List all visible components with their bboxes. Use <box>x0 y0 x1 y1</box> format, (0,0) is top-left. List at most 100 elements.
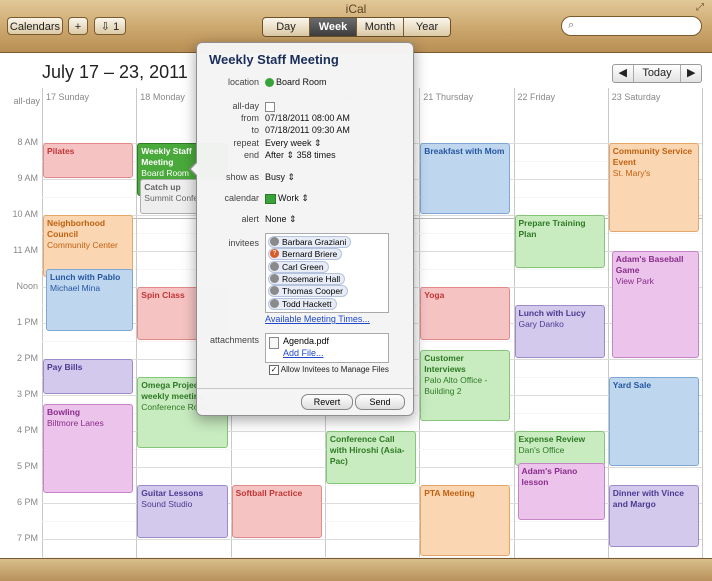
calendar-event[interactable]: Dinner with Vince and Margo <box>608 485 700 547</box>
event-title: Pilates <box>47 146 75 156</box>
event-title: Community Service Event <box>612 146 693 167</box>
view-tab-year[interactable]: Year <box>404 18 450 36</box>
all-day-label: all-day <box>13 96 40 106</box>
event-title[interactable]: Weekly Staff Meeting <box>209 52 339 67</box>
time-label: 8 AM <box>17 137 38 147</box>
calendar-event[interactable]: Customer Interviews Palo Alto Office - Bu… <box>420 350 511 421</box>
event-location: View Park <box>615 276 654 286</box>
invitee-token[interactable]: Thomas Cooper <box>268 285 348 298</box>
calendar-event[interactable]: Conference Call with Hiroshi (Asia-Pac) <box>325 431 417 484</box>
location-check-icon <box>265 78 274 88</box>
show-as-label: show as <box>225 172 259 182</box>
calendar-event[interactable]: Adam's Piano lesson <box>517 463 605 520</box>
view-tab-week[interactable]: Week <box>310 18 357 36</box>
invitee-token[interactable]: Barbara Graziani <box>268 236 352 248</box>
calendar-event[interactable]: Pay Bills <box>43 359 134 394</box>
calendar-event[interactable]: Yoga <box>420 287 511 340</box>
location-field[interactable]: Board Room <box>265 77 327 88</box>
time-label: 3 PM <box>16 389 38 399</box>
calendar-event[interactable]: Softball Practice <box>231 485 322 538</box>
invitee-token[interactable]: Carl Green <box>268 260 329 273</box>
event-title: Softball Practice <box>235 488 303 498</box>
calendar-event[interactable]: PTA Meeting <box>420 485 511 556</box>
invitee-token[interactable]: Rosemarie Hall <box>268 272 346 285</box>
calendar-select[interactable]: Work ⇕ <box>265 193 309 204</box>
invitee-name: Barbara Graziani <box>282 237 347 247</box>
inbox-count: 1 <box>113 21 120 33</box>
invitee-token[interactable]: ? Bernard Briere <box>268 248 343 261</box>
calendar-event[interactable]: Neighborhood Council Community Center <box>43 215 134 277</box>
invitee-name: Todd Hackett <box>282 298 332 309</box>
day-number: 18 <box>140 92 151 102</box>
time-label: 1 PM <box>16 317 38 327</box>
allow-invitees-checkbox[interactable]: ✓ Allow Invitees to Manage Files <box>269 365 389 375</box>
calendar-event[interactable]: Community Service Event St. Mary's <box>608 143 700 232</box>
calendar-event[interactable]: Expense Review Dan's Office <box>514 431 605 466</box>
event-location: Biltmore Lanes <box>47 418 104 428</box>
today-button[interactable]: Today <box>632 65 682 82</box>
page-title: July 17 – 23, 2011 <box>42 62 188 82</box>
calendar-event[interactable]: Breakfast with Mom <box>420 143 511 214</box>
week-navigation: ◀ Today ▶ <box>612 64 702 83</box>
day-name: Friday <box>530 92 556 102</box>
from-label: from <box>241 113 259 123</box>
time-label: 7 PM <box>16 533 38 543</box>
next-week-button[interactable]: ▶ <box>681 65 701 82</box>
day-header: 23 Saturday <box>608 88 702 106</box>
repeat-select[interactable]: Every week ⇕ <box>265 138 322 149</box>
day-name: Thursday <box>435 92 474 102</box>
invitee-token[interactable]: Todd Hackett <box>268 297 337 310</box>
stepper-icon: ⇕ <box>301 193 309 203</box>
search-input[interactable] <box>582 19 698 35</box>
calendar-event[interactable]: Yard Sale <box>608 377 700 466</box>
calendars-button[interactable]: Calendars <box>7 17 63 35</box>
attachments-label: attachments <box>209 335 259 345</box>
time-label: 11 AM <box>13 245 38 255</box>
attachments-box: Agenda.pdf Add File... <box>265 333 389 363</box>
calendar-event[interactable]: Lunch with Pablo Michael Mina <box>46 269 134 331</box>
send-button[interactable]: Send <box>355 394 405 410</box>
day-name: Sunday <box>58 92 90 102</box>
event-title: Yard Sale <box>612 380 652 390</box>
day-number: 17 <box>46 92 57 102</box>
available-meeting-times-link[interactable]: Available Meeting Times... <box>265 314 370 324</box>
calendar-event[interactable]: Prepare Training Plan <box>514 215 605 268</box>
to-field[interactable]: 07/18/2011 09:30 AM <box>265 125 350 135</box>
attachment-file[interactable]: Agenda.pdf <box>283 336 329 346</box>
view-switcher: Day Week Month Year <box>262 17 451 37</box>
inbox-icon: ⇩ <box>100 21 111 33</box>
calendar-event[interactable]: Adam's Baseball Game View Park <box>611 251 700 358</box>
add-file-link[interactable]: Add File... <box>283 348 324 358</box>
stepper-icon: ⇕ <box>314 138 322 148</box>
alert-select[interactable]: None ⇕ <box>265 214 297 225</box>
event-title: Breakfast with Mom <box>424 146 505 156</box>
event-title: Pay Bills <box>47 362 83 372</box>
invitee-status-icon <box>270 261 279 271</box>
add-event-button[interactable]: + <box>68 17 88 35</box>
end-count: 358 times <box>296 150 336 160</box>
view-tab-day[interactable]: Day <box>263 18 310 36</box>
event-location: Michael Mina <box>50 283 101 293</box>
invitees-list[interactable]: Barbara Graziani? Bernard Briere Carl Gree… <box>265 233 389 313</box>
calendar-event[interactable]: Lunch with Lucy Gary Danko <box>514 305 605 358</box>
event-title: Guitar Lessons <box>141 488 204 498</box>
time-label: 4 PM <box>16 425 38 435</box>
inbox-button[interactable]: ⇩ 1 <box>94 17 126 35</box>
calendar-event[interactable]: Pilates <box>43 143 134 178</box>
time-label: 10 AM <box>12 209 38 219</box>
triangle-right-icon: ▶ <box>686 67 696 79</box>
fullscreen-icon[interactable]: ⤢ <box>696 3 706 13</box>
search-field[interactable]: ⌕ <box>561 16 702 36</box>
show-as-select[interactable]: Busy ⇕ <box>265 172 295 183</box>
calendar-event[interactable]: Bowling Biltmore Lanes <box>43 404 134 493</box>
view-tab-month[interactable]: Month <box>357 18 404 36</box>
end-select[interactable]: After ⇕ 358 times <box>265 150 336 161</box>
prev-week-button[interactable]: ◀ <box>613 65 633 82</box>
event-location: Community Center <box>47 240 118 250</box>
from-field[interactable]: 07/18/2011 08:00 AM <box>265 113 350 123</box>
calendar-event[interactable]: Guitar Lessons Sound Studio <box>137 485 228 538</box>
revert-button[interactable]: Revert <box>301 394 353 410</box>
all-day-checkbox[interactable] <box>265 101 275 112</box>
event-title: Lunch with Pablo <box>50 272 121 282</box>
time-label: 9 AM <box>17 173 38 183</box>
